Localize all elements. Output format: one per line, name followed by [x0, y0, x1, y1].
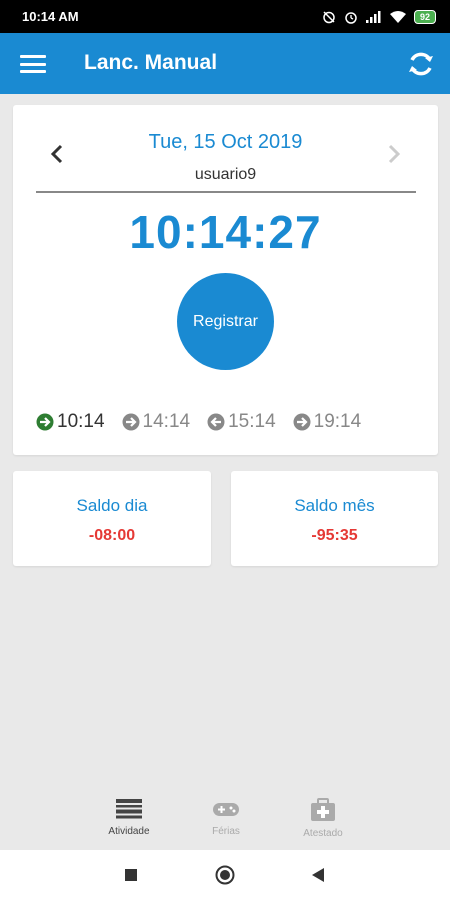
hamburger-menu-icon[interactable]	[20, 51, 46, 77]
saldo-day-card: Saldo dia -08:00	[13, 471, 211, 566]
nav-atividade[interactable]: Atividade	[84, 798, 174, 837]
system-nav-bar	[0, 850, 450, 900]
punch-item: 15:14	[206, 411, 276, 433]
nav-label: Atestado	[303, 828, 343, 839]
saldo-month-card: Saldo mês -95:35	[231, 471, 438, 566]
app-title: Lanc. Manual	[84, 51, 218, 74]
medical-kit-icon	[311, 798, 335, 821]
status-time: 10:14 AM	[22, 9, 79, 24]
nav-label: Atividade	[108, 826, 150, 837]
gamepad-icon	[213, 803, 239, 816]
bottom-nav: Atividade Férias Atestado	[0, 790, 450, 850]
punch-item: 19:14	[292, 411, 362, 433]
punch-time: 15:14	[228, 411, 276, 432]
status-icons: 92	[322, 9, 436, 24]
wifi-icon	[389, 10, 406, 23]
punch-item: 14:14	[121, 411, 191, 433]
punch-item: 10:14	[35, 411, 105, 433]
arrow-right-circle-icon	[293, 413, 311, 431]
arrow-right-circle-icon	[36, 413, 54, 431]
punch-list: 10:14 14:14 15:14 19:14	[35, 411, 361, 433]
saldo-month-value: -95:35	[311, 527, 358, 544]
status-bar: 10:14 AM 92	[0, 0, 450, 33]
nav-atestado[interactable]: Atestado	[278, 798, 368, 839]
punch-time: 19:14	[313, 411, 362, 432]
refresh-icon[interactable]	[406, 49, 436, 79]
clock-card: Tue, 15 Oct 2019 usuario9 10:14:27 Regis…	[13, 105, 438, 455]
arrow-right-circle-icon	[122, 413, 140, 431]
saldo-day-value: -08:00	[88, 527, 136, 544]
username: usuario9	[194, 166, 257, 183]
saldo-month-label: Saldo mês	[294, 496, 375, 515]
alarm-icon	[345, 11, 357, 24]
recent-apps-icon[interactable]	[124, 868, 138, 882]
register-button[interactable]: Registrar	[177, 273, 274, 370]
punch-time: 10:14	[57, 411, 105, 432]
date-display: Tue, 15 Oct 2019	[148, 131, 303, 153]
nav-ferias[interactable]: Férias	[181, 798, 271, 837]
back-icon[interactable]	[311, 867, 325, 883]
chevron-right-icon[interactable]	[384, 142, 404, 166]
divider	[36, 191, 416, 193]
punch-time: 14:14	[142, 411, 191, 432]
app-bar: Lanc. Manual	[0, 33, 450, 94]
battery-indicator: 92	[413, 9, 436, 24]
saldo-day-label: Saldo dia	[76, 496, 148, 515]
alarm-off-icon	[323, 10, 335, 23]
home-icon[interactable]	[215, 865, 235, 885]
list-icon	[116, 799, 142, 819]
clock-display: 10:14:27	[129, 206, 322, 258]
signal-icon	[365, 10, 381, 23]
arrow-left-circle-icon	[207, 413, 225, 431]
nav-label: Férias	[212, 826, 240, 837]
